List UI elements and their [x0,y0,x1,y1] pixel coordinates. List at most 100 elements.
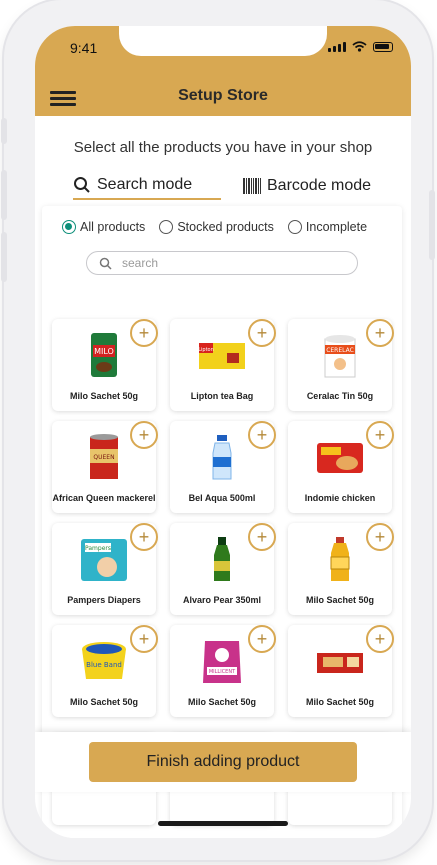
plus-icon: + [138,527,150,547]
product-name: Milo Sachet 50g [305,595,375,605]
search-box[interactable] [86,251,358,275]
mute-switch [1,118,7,144]
add-product-button[interactable]: + [130,625,158,653]
filter-stocked-products[interactable]: Stocked products [159,220,274,234]
barcode-icon [243,178,261,194]
svg-text:Lipton: Lipton [198,347,214,353]
product-name: Bel Aqua 500ml [188,493,256,503]
power-button [429,190,435,260]
filter-label: Stocked products [177,220,274,234]
add-product-button[interactable]: + [366,319,394,347]
search-icon [73,176,91,194]
product-name: African Queen mackerel [52,493,156,503]
tab-search-mode[interactable]: Search mode [73,172,221,200]
plus-icon: + [256,629,268,649]
svg-text:MILO: MILO [94,347,114,356]
product-image [317,653,363,673]
product-name: Pampers Diapers [67,595,141,605]
svg-text:MILLICENT: MILLICENT [209,669,236,675]
plus-icon: + [256,323,268,343]
home-indicator [158,821,288,826]
product-image: CERELAC [324,335,356,378]
filter-label: Incomplete [305,220,368,234]
product-image: MILO [91,333,117,377]
product-card[interactable]: QUEEN African Queen mackerel + [52,421,158,513]
filter-incomplete[interactable]: Incomplete [287,220,368,234]
plus-icon: + [374,323,386,343]
search-input[interactable] [122,256,342,270]
add-product-button[interactable]: + [366,523,394,551]
radio-icon[interactable] [287,220,302,234]
product-card[interactable]: Alvaro Pear 350ml + [170,523,276,615]
svg-text:CERELAC: CERELAC [326,347,354,354]
plus-icon: + [374,425,386,445]
add-product-button[interactable]: + [130,421,158,449]
svg-text:Pampers: Pampers [85,545,111,552]
product-image: MILLICENT [203,641,241,683]
search-icon [99,257,112,270]
plus-icon: + [138,425,150,445]
product-card[interactable]: Milo Sachet 50g + [288,523,394,615]
add-product-button[interactable]: + [366,625,394,653]
product-card[interactable]: Lipton Lipton tea Bag + [170,319,276,411]
volume-down-button [1,232,7,282]
finish-adding-product-button[interactable]: Finish adding product [89,742,357,782]
svg-text:QUEEN: QUEEN [93,454,114,461]
svg-text:Blue Band: Blue Band [86,661,122,669]
filter-label: All products [80,220,146,234]
status-icons [328,41,393,52]
radio-selected-icon[interactable] [62,220,76,234]
product-name: Milo Sachet 50g [69,697,139,707]
product-name: Milo Sachet 50g [305,697,375,707]
plus-icon: + [138,629,150,649]
plus-icon: + [374,527,386,547]
product-image: Lipton [198,343,245,369]
product-name: Lipton tea Bag [190,391,254,401]
product-image: QUEEN [90,434,118,479]
add-product-button[interactable]: + [130,523,158,551]
product-image: Blue Band [82,642,126,679]
product-card[interactable]: Milo Sachet 50g + [288,625,394,717]
add-product-button[interactable]: + [248,319,276,347]
product-card[interactable]: MILLICENT Milo Sachet 50g + [170,625,276,717]
add-product-button[interactable]: + [248,421,276,449]
product-image [330,537,350,581]
notch [119,26,327,56]
product-image: Pampers [81,539,127,581]
tab-barcode-mode[interactable]: Barcode mode [243,172,381,200]
footer-bar: Finish adding product [35,732,411,792]
product-card[interactable]: Indomie chicken + [288,421,394,513]
product-name: Milo Sachet 50g [187,697,257,707]
add-product-button[interactable]: + [130,319,158,347]
signal-icon [328,42,346,52]
product-card[interactable]: MILO Milo Sachet 50g + [52,319,158,411]
product-image [214,537,230,581]
phone-frame: 9:41 Setup Store Select all the products… [1,0,435,860]
add-product-button[interactable]: + [248,625,276,653]
app-screen: 9:41 Setup Store Select all the products… [35,26,411,838]
product-name: Indomie chicken [304,493,376,503]
radio-icon[interactable] [159,220,174,234]
plus-icon: + [138,323,150,343]
product-card[interactable]: CERELAC Ceralac Tin 50g + [288,319,394,411]
product-image [317,443,363,473]
product-name: Alvaro Pear 350ml [182,595,262,605]
plus-icon: + [374,629,386,649]
product-name: Ceralac Tin 50g [306,391,374,401]
plus-icon: + [256,425,268,445]
wifi-icon [352,41,367,52]
volume-up-button [1,170,7,220]
instruction-text: Select all the products you have in your… [73,139,373,156]
product-name: Milo Sachet 50g [69,391,139,401]
plus-icon: + [256,527,268,547]
product-card[interactable]: Pampers Pampers Diapers + [52,523,158,615]
product-card[interactable]: Blue Band Milo Sachet 50g + [52,625,158,717]
add-product-button[interactable]: + [248,523,276,551]
status-time: 9:41 [70,40,98,56]
filter-all-products[interactable]: All products [62,220,145,234]
add-product-button[interactable]: + [366,421,394,449]
product-card[interactable]: Bel Aqua 500ml + [170,421,276,513]
product-image [212,435,232,480]
app-header: 9:41 Setup Store [35,26,411,116]
tab-label: Search mode [97,176,193,193]
